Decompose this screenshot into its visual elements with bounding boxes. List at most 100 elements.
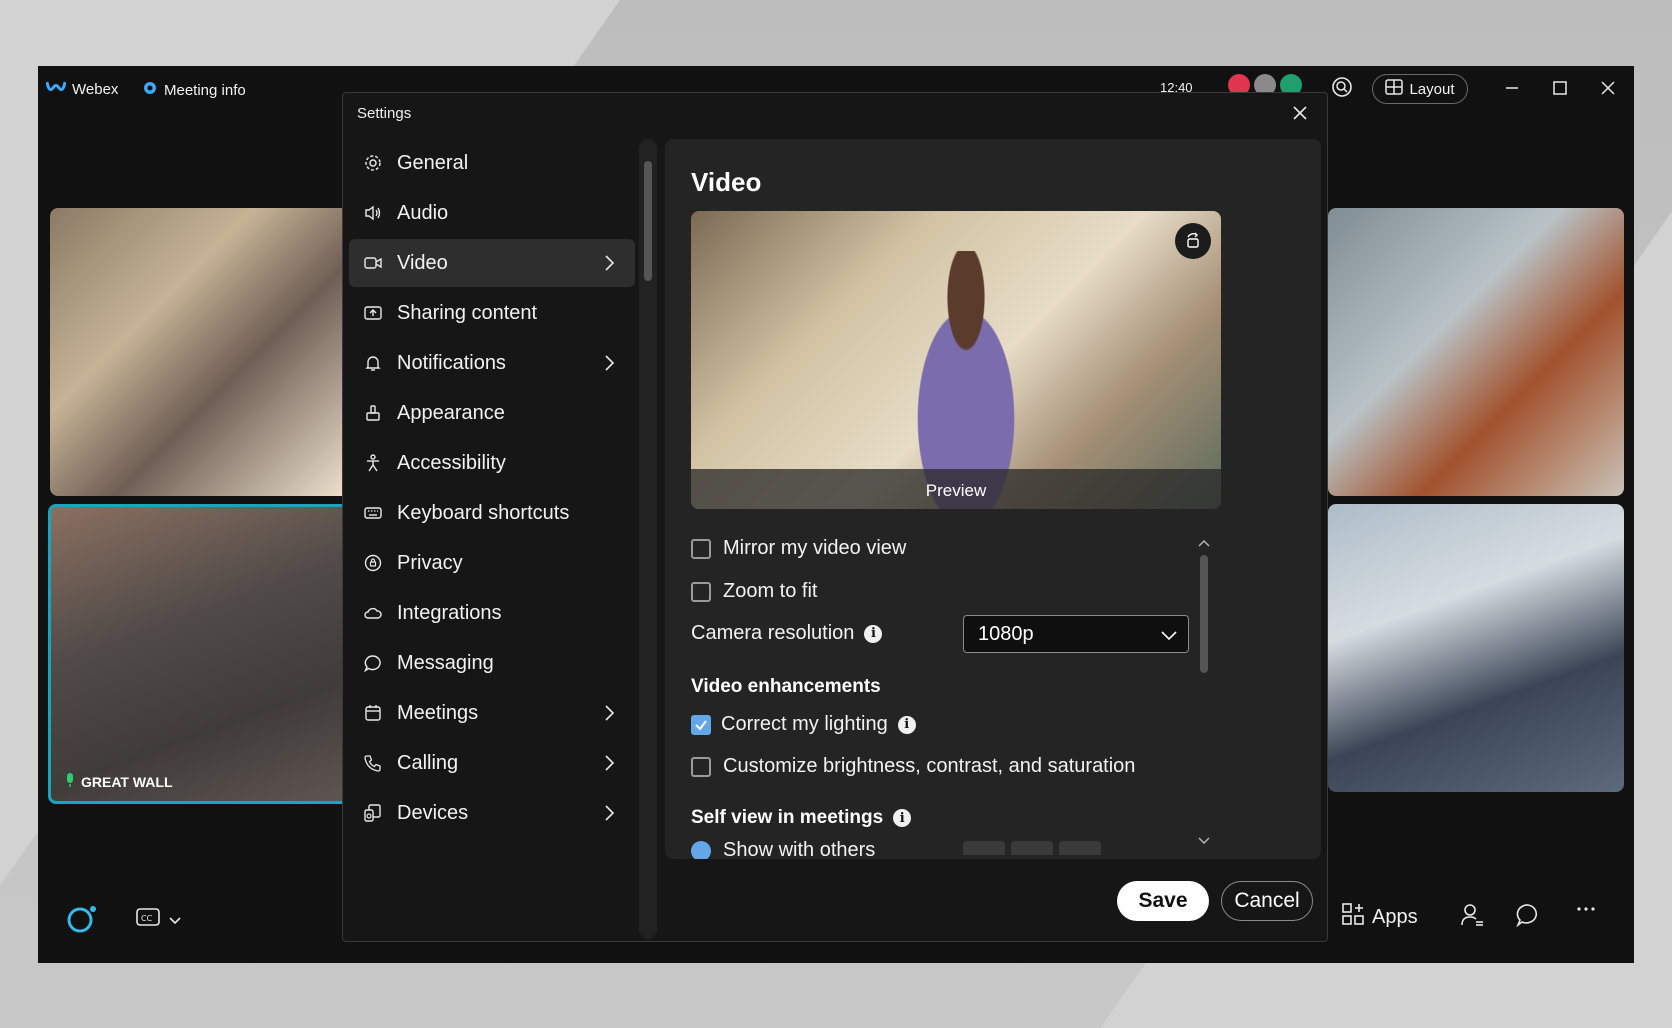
privacy-icon — [363, 553, 383, 573]
gear-icon — [363, 153, 383, 173]
webex-logo-icon — [45, 80, 67, 98]
self-view-layout-option[interactable] — [1011, 841, 1053, 855]
video-enhancements-heading: Video enhancements — [691, 676, 881, 697]
scroll-down-icon[interactable] — [1198, 833, 1210, 851]
self-view-layout-option[interactable] — [963, 841, 1005, 855]
window-close-icon[interactable] — [1594, 76, 1622, 104]
nav-label: Privacy — [397, 551, 463, 574]
participant-video-tile[interactable] — [1328, 504, 1624, 792]
scrollbar-thumb[interactable] — [644, 161, 652, 281]
closed-captions-button[interactable]: CC — [136, 907, 182, 933]
nav-label: Audio — [397, 201, 449, 224]
show-with-others-radio[interactable] — [691, 840, 711, 859]
nav-label: General — [397, 151, 469, 174]
nav-item-accessibility[interactable]: Accessibility — [349, 439, 635, 487]
chat-icon[interactable] — [1516, 903, 1540, 927]
show-with-others-option[interactable]: Show with others — [691, 839, 875, 859]
self-view-layout-option[interactable] — [1059, 841, 1101, 855]
nav-item-appearance[interactable]: Appearance — [349, 389, 635, 437]
nav-item-privacy[interactable]: Privacy — [349, 539, 635, 587]
mirror-video-option[interactable]: Mirror my video view — [691, 537, 906, 560]
nav-item-audio[interactable]: Audio — [349, 189, 635, 237]
devices-icon — [363, 803, 383, 823]
app-name: Webex — [72, 80, 119, 98]
svg-text:CC: CC — [141, 914, 153, 923]
meeting-info-icon — [142, 80, 158, 100]
self-view-heading: Self view in meetings i — [691, 807, 912, 829]
minimize-icon[interactable] — [1498, 76, 1526, 104]
nav-item-sharing-content[interactable]: Sharing content — [349, 289, 635, 337]
participants-icon[interactable] — [1460, 903, 1484, 927]
nav-item-video[interactable]: Video — [349, 239, 635, 287]
correct-lighting-label: Correct my lighting — [721, 713, 888, 735]
correct-lighting-checkbox[interactable] — [691, 714, 711, 735]
tile-name-label: GREAT WALL — [65, 772, 173, 791]
nav-item-messaging[interactable]: Messaging — [349, 639, 635, 687]
meeting-info-button[interactable]: Meeting info — [142, 80, 246, 100]
scrollbar-thumb[interactable] — [1200, 555, 1208, 673]
camera-resolution-value: 1080p — [978, 622, 1034, 645]
info-icon[interactable]: i — [897, 715, 916, 734]
mirror-checkbox[interactable] — [691, 538, 711, 559]
accessibility-icon — [363, 453, 383, 473]
nav-label: Calling — [397, 751, 459, 774]
chevron-right-icon — [599, 353, 619, 373]
settings-dialog: Settings General Audio Video Sharing con… — [342, 92, 1328, 942]
phone-icon — [363, 753, 383, 773]
participant-video-tile[interactable] — [1328, 208, 1624, 496]
webex-assistant-icon[interactable] — [66, 903, 98, 935]
settings-nav: General Audio Video Sharing content Noti… — [349, 139, 635, 839]
bell-icon — [363, 353, 383, 373]
nav-item-integrations[interactable]: Integrations — [349, 589, 635, 637]
nav-label: Accessibility — [397, 451, 506, 474]
closed-captions-icon: CC — [136, 907, 160, 933]
nav-item-keyboard-shortcuts[interactable]: Keyboard shortcuts — [349, 489, 635, 537]
share-icon — [363, 303, 383, 323]
pane-scrollbar[interactable] — [1195, 535, 1213, 851]
nav-item-calling[interactable]: Calling — [349, 739, 635, 787]
zoom-to-fit-label: Zoom to fit — [723, 580, 818, 602]
rotate-camera-icon[interactable] — [1175, 223, 1211, 259]
zoom-icon[interactable] — [1328, 76, 1356, 104]
nav-label: Appearance — [397, 401, 505, 424]
chevron-right-icon — [599, 803, 619, 823]
scroll-up-icon[interactable] — [1198, 535, 1210, 553]
participant-video-tile[interactable] — [50, 208, 350, 496]
nav-label: Video — [397, 251, 448, 274]
nav-item-notifications[interactable]: Notifications — [349, 339, 635, 387]
info-icon[interactable]: i — [864, 624, 883, 643]
more-options-icon[interactable] — [1576, 899, 1596, 919]
chevron-right-icon — [599, 753, 619, 773]
chevron-right-icon — [599, 253, 619, 273]
speaker-icon — [363, 203, 383, 223]
self-view-layout-options[interactable] — [963, 841, 1101, 855]
nav-item-devices[interactable]: Devices — [349, 789, 635, 837]
camera-resolution-select[interactable]: 1080p — [963, 615, 1189, 653]
apps-button[interactable]: Apps — [1342, 903, 1418, 931]
save-button[interactable]: Save — [1117, 881, 1209, 921]
microphone-icon — [65, 772, 75, 791]
info-icon[interactable]: i — [893, 809, 912, 827]
customize-brightness-checkbox[interactable] — [691, 756, 711, 777]
zoom-to-fit-option[interactable]: Zoom to fit — [691, 580, 817, 603]
close-icon[interactable] — [1287, 101, 1313, 127]
customize-brightness-label: Customize brightness, contrast, and satu… — [723, 755, 1136, 777]
nav-label: Integrations — [397, 601, 502, 624]
zoom-to-fit-checkbox[interactable] — [691, 581, 711, 602]
correct-lighting-option[interactable]: Correct my lighting i — [691, 713, 916, 736]
customize-brightness-option[interactable]: Customize brightness, contrast, and satu… — [691, 755, 1135, 778]
chat-icon — [363, 653, 383, 673]
nav-item-general[interactable]: General — [349, 139, 635, 187]
nav-label: Sharing content — [397, 301, 538, 324]
camera-resolution-label: Camera resolution — [691, 622, 855, 644]
nav-label: Notifications — [397, 351, 506, 374]
nav-item-meetings[interactable]: Meetings — [349, 689, 635, 737]
active-speaker-video-tile[interactable]: GREAT WALL — [48, 504, 352, 804]
apps-icon — [1342, 903, 1364, 931]
video-settings-pane: Video Preview Mirror my video view Zoom … — [665, 139, 1321, 859]
layout-button[interactable]: Layout — [1372, 74, 1468, 104]
chevron-right-icon — [599, 703, 619, 723]
maximize-icon[interactable] — [1546, 76, 1574, 104]
cancel-button[interactable]: Cancel — [1221, 881, 1313, 921]
nav-scrollbar[interactable] — [639, 139, 657, 939]
